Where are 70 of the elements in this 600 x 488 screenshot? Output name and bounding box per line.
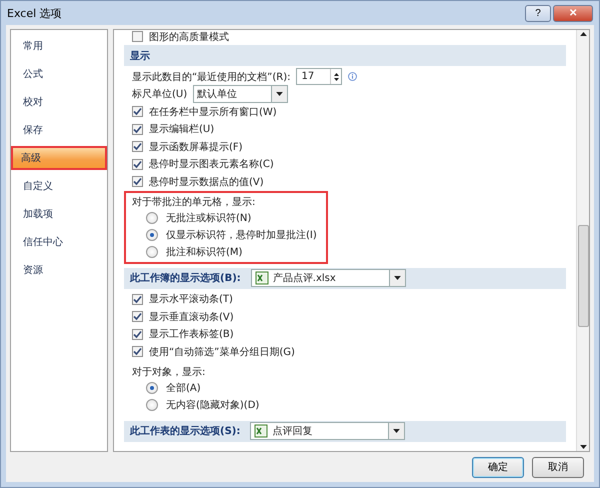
scroll-up-icon <box>580 32 586 36</box>
checkbox[interactable] <box>132 294 143 305</box>
radio-button[interactable] <box>146 399 158 411</box>
radio-label: 无批注或标识符(N) <box>166 212 252 225</box>
sidebar-item[interactable]: 公式 <box>13 62 105 86</box>
section-title: 此工作簿的显示选项(B): <box>130 272 241 285</box>
checkbox[interactable] <box>132 346 143 358</box>
section-title: 显示 <box>130 50 150 62</box>
checkbox-label: 使用“自动筛选”菜单分组日期(G) <box>149 346 295 359</box>
spinner-value: 17 <box>301 71 314 82</box>
section-title: 此工作表的显示选项(S): <box>130 424 240 438</box>
group-label: 对于带批注的单元格，显示: <box>132 196 256 208</box>
sidebar-item[interactable]: 信任中心 <box>13 230 105 254</box>
dropdown-value: 点评回复 <box>272 424 312 438</box>
sidebar-item[interactable]: 加载项 <box>13 202 105 226</box>
radio-label: 无内容(隐藏对象)(D) <box>166 398 260 412</box>
scrollbar[interactable] <box>576 30 589 451</box>
number-spinner[interactable]: 17 <box>296 68 342 86</box>
checkbox[interactable] <box>132 106 143 118</box>
group-label: 对于对象，显示: <box>132 366 206 378</box>
checkbox-label: 显示垂直滚动条(V) <box>149 310 234 324</box>
sidebar-item[interactable]: 自定义 <box>13 174 105 198</box>
window-title: Excel 选项 <box>7 6 62 20</box>
sidebar-item[interactable]: 校对 <box>13 90 105 114</box>
checkbox[interactable] <box>132 31 143 42</box>
checkbox-label: 悬停时显示数据点的值(V) <box>149 176 264 189</box>
checkbox-label: 显示编辑栏(U) <box>149 122 214 136</box>
cancel-button[interactable]: 取消 <box>532 456 584 478</box>
dropdown-value: 默认单位 <box>197 88 238 102</box>
workbook-dropdown[interactable]: 产品点评.xlsx <box>250 269 406 287</box>
sidebar-item[interactable]: 常用 <box>13 34 105 58</box>
radio-button[interactable] <box>146 212 158 224</box>
checkbox[interactable] <box>132 124 143 135</box>
unit-dropdown[interactable]: 默认单位 <box>193 85 288 104</box>
checkbox[interactable] <box>132 176 143 188</box>
dropdown-arrow-icon <box>394 276 401 280</box>
checkbox-label: 悬停时显示图表元素名称(C) <box>149 158 274 172</box>
dropdown-arrow-icon <box>276 92 284 96</box>
field-label: 标尺单位(U) <box>132 88 188 102</box>
checkbox[interactable] <box>132 141 143 152</box>
help-button[interactable]: ? <box>525 4 551 22</box>
checkbox-label: 显示工作表标签(B) <box>149 328 234 342</box>
spin-up-icon <box>334 72 339 76</box>
sidebar-item[interactable]: 保存 <box>13 118 105 142</box>
checkbox-label: 在任务栏中显示所有窗口(W) <box>149 106 277 119</box>
checkbox[interactable] <box>132 158 143 170</box>
dropdown-value: 产品点评.xlsx <box>272 272 336 285</box>
ok-button[interactable]: 确定 <box>472 456 524 478</box>
spreadsheet-icon <box>254 271 269 285</box>
sidebar-item[interactable]: 资源 <box>13 258 105 282</box>
checkbox[interactable] <box>132 328 143 340</box>
checkbox-label: 显示水平滚动条(T) <box>149 292 233 306</box>
workbook-dropdown[interactable]: 点评回复 <box>250 422 406 440</box>
radio-button[interactable] <box>146 382 158 394</box>
spreadsheet-icon <box>254 424 268 438</box>
radio-label: 全部(A) <box>166 382 201 395</box>
dropdown-arrow-icon <box>393 429 400 433</box>
radio-label: 仅显示标识符，悬停时加显批注(I) <box>166 228 317 242</box>
sidebar-item[interactable]: 高级 <box>11 146 107 170</box>
scroll-down-icon <box>580 445 586 449</box>
scroll-thumb[interactable] <box>578 224 588 326</box>
radio-button[interactable] <box>146 229 158 241</box>
radio-button[interactable] <box>146 246 158 258</box>
info-icon <box>348 72 358 82</box>
radio-label: 批注和标识符(M) <box>166 246 242 259</box>
checkbox-label: 显示函数屏幕提示(F) <box>149 140 243 154</box>
field-label: 显示此数目的“最近使用的文档”(R): <box>132 70 290 84</box>
checkbox[interactable] <box>132 311 143 322</box>
spin-down-icon <box>334 78 339 81</box>
checkbox-label: 图形的高质量模式 <box>149 30 229 44</box>
